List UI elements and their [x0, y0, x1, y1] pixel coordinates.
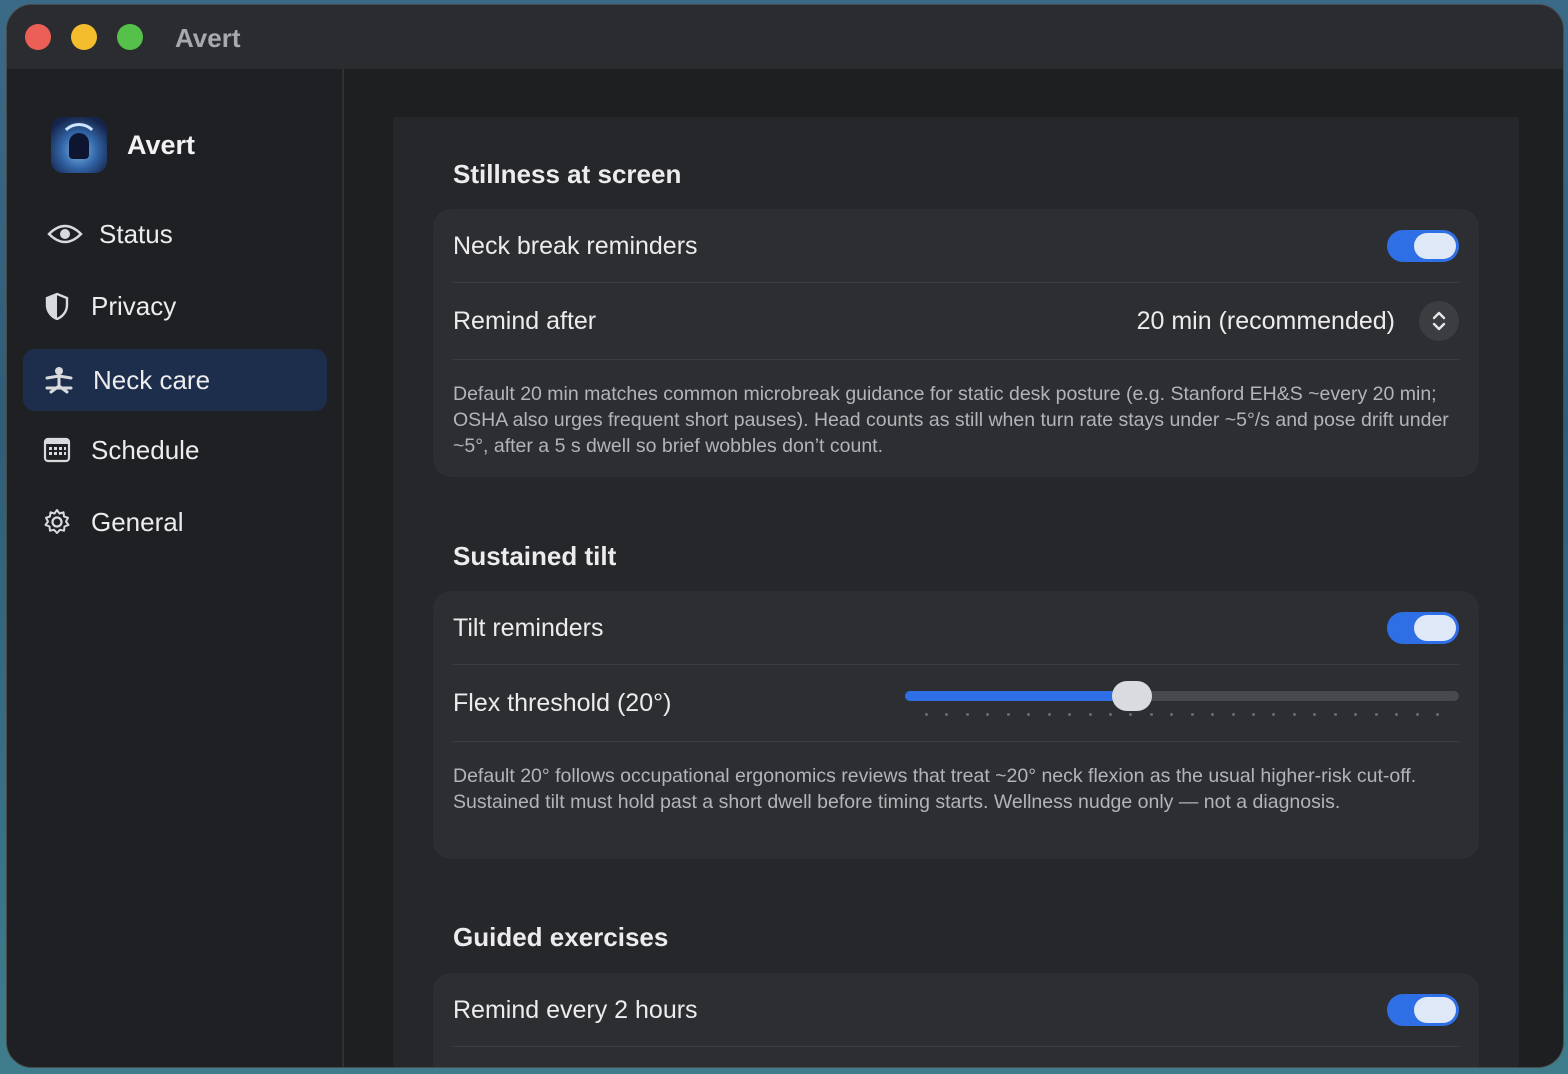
row-remind-every-2-hours: Remind every 2 hours — [453, 991, 1459, 1029]
row-neck-break-reminders: Neck break reminders — [453, 227, 1459, 265]
neck-break-reminders-label: Neck break reminders — [453, 231, 698, 260]
row-remind-after: Remind after 20 min (recommended) — [453, 299, 1459, 343]
row-flex-threshold: Flex threshold (20°) — [453, 681, 1459, 723]
eye-icon — [45, 222, 85, 246]
zoom-window-button[interactable] — [117, 24, 143, 50]
remind-after-value: 20 min (recommended) — [1136, 306, 1395, 335]
tilt-description: Default 20° follows occupational ergonom… — [453, 765, 1417, 813]
sidebar-item-status[interactable]: Status — [23, 203, 327, 265]
app-name: Avert — [127, 129, 196, 160]
slider-thumb[interactable] — [1112, 681, 1153, 711]
section-title-tilt: Sustained tilt — [453, 541, 617, 571]
stillness-description: Default 20 min matches common microbreak… — [453, 383, 1449, 457]
close-window-button[interactable] — [25, 24, 51, 50]
remind-after-select[interactable]: 20 min (recommended) — [1137, 301, 1459, 341]
section-title-exercises: Guided exercises — [453, 922, 669, 952]
app-logo-icon — [51, 117, 107, 173]
flex-threshold-slider[interactable] — [905, 681, 1459, 723]
sidebar-item-schedule[interactable]: Schedule — [23, 419, 327, 481]
app-window: Avert Avert Status Privacy Neck care Sch… — [6, 4, 1564, 1068]
sidebar: Avert Status Privacy Neck care Schedule — [7, 69, 344, 1067]
sidebar-item-label: Privacy — [91, 290, 177, 321]
sidebar-item-neck-care[interactable]: Neck care — [23, 349, 327, 411]
sidebar-item-label: Status — [99, 218, 173, 249]
neck-break-reminders-toggle[interactable] — [1387, 230, 1459, 262]
sidebar-item-label: Neck care — [93, 364, 211, 395]
sidebar-item-general[interactable]: General — [23, 491, 327, 553]
person-icon — [39, 366, 79, 394]
sidebar-item-label: General — [91, 506, 184, 537]
chevron-up-down-icon[interactable] — [1419, 301, 1459, 341]
section-title-stillness: Stillness at screen — [453, 159, 682, 189]
row-tilt-reminders: Tilt reminders — [453, 609, 1459, 647]
title-bar: Avert — [7, 5, 1563, 69]
flex-threshold-label: Flex threshold (20°) — [453, 688, 672, 717]
remind-every-label: Remind every 2 hours — [453, 995, 698, 1024]
card-tilt: Tilt reminders Flex threshold (20°) Defa… — [433, 591, 1479, 859]
remind-after-label: Remind after — [453, 306, 597, 335]
card-stillness: Neck break reminders Remind after 20 min… — [433, 209, 1479, 477]
shield-icon — [37, 292, 77, 320]
minimize-window-button[interactable] — [71, 24, 97, 50]
sidebar-brand: Avert — [51, 117, 195, 173]
sidebar-item-label: Schedule — [91, 434, 200, 465]
window-title: Avert — [175, 23, 241, 53]
card-exercises: Remind every 2 hours — [433, 973, 1479, 1067]
tilt-reminders-toggle[interactable] — [1387, 612, 1459, 644]
settings-pane: Stillness at screen Neck break reminders… — [393, 117, 1519, 1067]
gear-icon — [37, 508, 77, 536]
calendar-icon — [37, 437, 77, 463]
tilt-reminders-label: Tilt reminders — [453, 613, 604, 642]
guided-exercises-toggle[interactable] — [1387, 994, 1459, 1026]
sidebar-item-privacy[interactable]: Privacy — [23, 275, 327, 337]
